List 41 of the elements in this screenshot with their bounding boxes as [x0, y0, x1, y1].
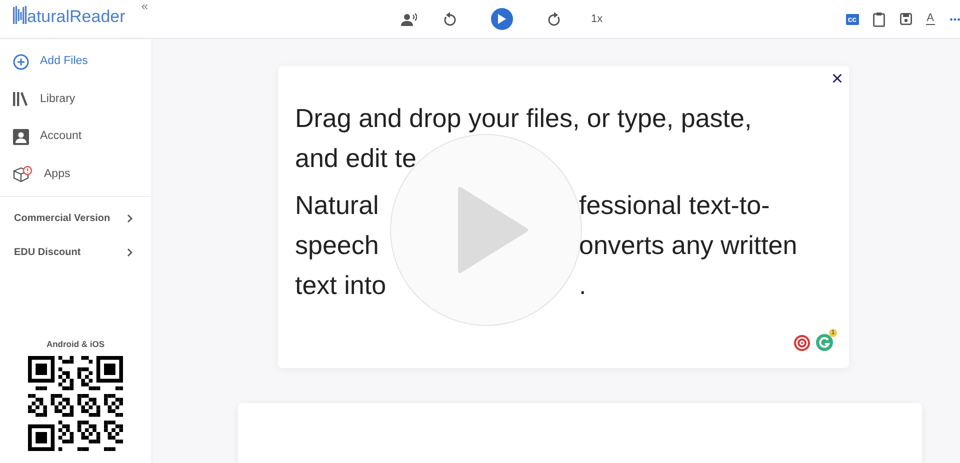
captions-button[interactable]: cc [846, 14, 859, 24]
text-line: fessional text-to- [579, 189, 770, 222]
target-icon [794, 334, 810, 350]
text-line: . [579, 269, 586, 302]
cube-icon [13, 166, 33, 182]
forward-icon[interactable] [548, 12, 561, 26]
play-icon [498, 14, 506, 24]
speed-button[interactable]: 1x [591, 10, 603, 28]
text-line: onverts any written [579, 229, 798, 262]
more-icon[interactable] [950, 18, 960, 20]
logo-icon [13, 6, 27, 24]
link-text: EDU Discount [14, 246, 81, 260]
text-line: text into [295, 269, 386, 302]
sidebar-link[interactable]: EDU Discount [0, 236, 151, 269]
text-line: and edit te [295, 142, 416, 175]
font-button[interactable]: A [926, 13, 935, 25]
text-line: Drag and drop your files, or type, paste, [295, 102, 752, 135]
collapse-button[interactable]: « [141, 0, 148, 14]
chevron-icon [127, 248, 133, 257]
sidebar-item[interactable]: Library [0, 80, 151, 118]
save-icon[interactable] [900, 13, 912, 25]
rewind-icon[interactable] [443, 12, 456, 26]
sidebar-item[interactable]: Add Files [0, 43, 151, 80]
qr-caption: Android & iOS [45, 338, 106, 351]
text-line: Natural [295, 189, 379, 222]
logo-text: aturalReader [27, 6, 126, 28]
link-text: Commercial Version [14, 212, 110, 226]
add-icon [13, 54, 29, 70]
clipboard-icon[interactable] [872, 12, 885, 26]
grammar-icon[interactable] [816, 334, 833, 351]
library-icon [13, 92, 29, 106]
sidebar-item[interactable]: Account [0, 118, 151, 156]
play-icon [456, 187, 528, 273]
sidebar-item[interactable]: Apps [0, 156, 151, 193]
sidebar-link[interactable]: Commercial Version [0, 202, 151, 236]
chevron-icon [127, 214, 133, 224]
close-button[interactable]: × [831, 68, 843, 90]
text-line: speech [295, 229, 379, 262]
voice-icon[interactable] [401, 12, 417, 26]
play-button[interactable] [491, 8, 513, 30]
account-icon [13, 128, 29, 145]
